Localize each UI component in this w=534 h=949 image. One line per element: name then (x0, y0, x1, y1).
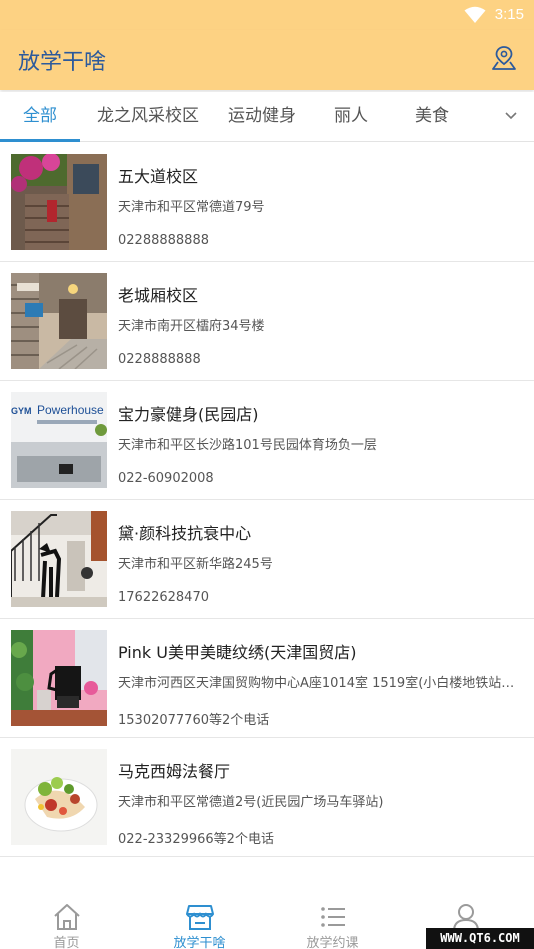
venue-photo: Powerhouse GYM (11, 392, 107, 488)
nav-label: 放学干啥 (173, 936, 226, 949)
venue-photo (11, 273, 107, 369)
list-item[interactable]: 老城厢校区 天津市南开区櫺府34号楼 0228888888 (0, 262, 534, 381)
venue-phone: 022-60902008 (118, 471, 214, 486)
map-location-icon[interactable] (491, 44, 517, 72)
nav-home[interactable]: 首页 (0, 890, 133, 949)
venue-phone: 02288888888 (118, 233, 209, 248)
venue-phone: 15302077760等2个电话 (118, 713, 270, 728)
venue-photo (11, 154, 107, 250)
venue-phone: 022-23329966等2个电话 (118, 832, 274, 847)
list-item[interactable]: 黛·颜科技抗衰中心 天津市和平区新华路245号 17622628470 (0, 500, 534, 619)
tab-fitness[interactable]: 运动健身 (218, 92, 306, 142)
list-item[interactable]: Pink U美甲美睫纹绣(天津国贸店) 天津市河西区天津国贸购物中心A座1014… (0, 619, 534, 738)
list-item[interactable]: 五大道校区 天津市和平区常德道79号 02288888888 (0, 143, 534, 262)
tab-beauty[interactable]: 丽人 (318, 92, 384, 142)
venue-name: 老城厢校区 (118, 286, 199, 305)
venue-address: 天津市和平区新华路245号 (118, 557, 273, 572)
nav-activities[interactable]: 放学干啥 (133, 890, 266, 949)
list-item[interactable]: 马克西姆法餐厅 天津市和平区常德道2号(近民园广场马车驿站) 022-23329… (0, 738, 534, 857)
venue-address: 天津市和平区常德道79号 (118, 200, 265, 215)
app-bar: 放学干啥 (0, 30, 534, 90)
list-icon (321, 907, 345, 927)
venue-photo (11, 511, 107, 607)
page-title: 放学干啥 (18, 50, 107, 75)
venue-name: Pink U美甲美睫纹绣(天津国贸店) (118, 643, 357, 662)
nav-label: 放学约课 (306, 936, 359, 949)
venue-photo (11, 630, 107, 726)
tab-campus[interactable]: 龙之风采校区 (82, 92, 214, 142)
venue-address: 天津市南开区櫺府34号楼 (118, 319, 265, 334)
venue-address: 天津市和平区长沙路101号民园体育场负一层 (118, 438, 377, 453)
list-item[interactable]: Powerhouse GYM 宝力豪健身(民园店) 天津市和平区长沙路101号民… (0, 381, 534, 500)
tab-all[interactable]: 全部 (0, 92, 80, 142)
venue-name: 黛·颜科技抗衰中心 (118, 524, 252, 543)
chevron-down-icon[interactable] (503, 110, 519, 122)
venue-phone: 17622628470 (118, 590, 209, 605)
shop-icon (186, 905, 214, 930)
nav-label: 首页 (53, 936, 80, 949)
wifi-icon (464, 6, 486, 23)
venue-phone: 0228888888 (118, 352, 201, 367)
category-tabs: 全部 龙之风采校区 运动健身 丽人 美食 (0, 92, 534, 142)
status-bar: 3:15 (0, 0, 534, 30)
nav-courses[interactable]: 放学约课 (266, 890, 399, 949)
tab-food[interactable]: 美食 (398, 92, 466, 142)
venue-photo (11, 749, 107, 845)
venue-name: 宝力豪健身(民园店) (118, 405, 259, 424)
venue-address: 天津市河西区天津国贸购物中心A座1014室 1519室(小白楼地铁站C出口) (118, 676, 518, 691)
svg-text:Powerhouse: Powerhouse (37, 403, 104, 417)
status-time: 3:15 (494, 6, 524, 23)
watermark: WWW.QT6.COM (426, 928, 534, 949)
venue-name: 马克西姆法餐厅 (118, 762, 231, 781)
venue-name: 五大道校区 (118, 167, 199, 186)
home-icon (54, 904, 80, 930)
svg-text:GYM: GYM (11, 406, 32, 416)
tab-indicator (0, 139, 80, 142)
venue-address: 天津市和平区常德道2号(近民园广场马车驿站) (118, 795, 384, 810)
